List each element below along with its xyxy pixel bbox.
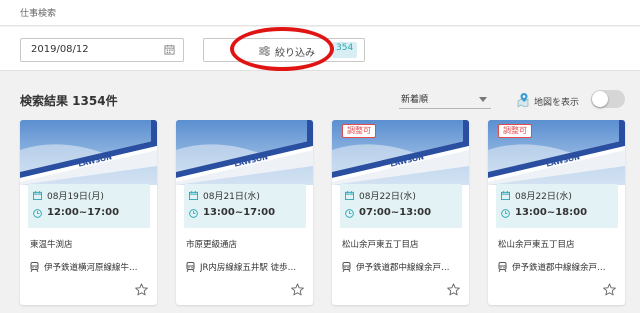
sort-select[interactable]: 新着順 bbox=[399, 89, 491, 109]
job-card[interactable]: LAWSON 08月21日(水) 13:00~17:00 市原更級通店 JR内房… bbox=[176, 120, 313, 305]
store-name: 松山余戸東五丁目店 bbox=[342, 240, 419, 250]
toggle-knob bbox=[592, 91, 608, 107]
clock-icon bbox=[189, 209, 198, 218]
station-access: JR内房線線五井駅 徒歩… bbox=[200, 263, 297, 273]
job-card[interactable]: LAWSON 調整可 08月22日(水) 13:00~18:00 松山余戸東五丁… bbox=[488, 120, 625, 305]
annotation-ellipse bbox=[230, 27, 334, 71]
count-badge: 354 bbox=[332, 42, 358, 58]
calendar-icon bbox=[189, 191, 198, 200]
work-date: 08月19日(月) bbox=[47, 192, 104, 202]
store-photo: LAWSON 調整可 bbox=[488, 120, 625, 185]
favorite-star-icon[interactable] bbox=[447, 283, 460, 296]
schedule-box: 08月21日(水) 13:00~17:00 bbox=[184, 184, 306, 228]
favorite-star-icon[interactable] bbox=[135, 283, 148, 296]
schedule-box: 08月22日(水) 13:00~18:00 bbox=[496, 184, 618, 228]
work-time: 12:00~17:00 bbox=[47, 207, 120, 218]
station-access: 伊予鉄道横河原線線牛… bbox=[44, 263, 138, 273]
work-date: 08月22日(水) bbox=[515, 192, 572, 202]
store-photo: LAWSON bbox=[20, 120, 157, 185]
map-toggle[interactable] bbox=[591, 90, 625, 108]
schedule-box: 08月19日(月) 12:00~17:00 bbox=[28, 184, 150, 228]
work-date: 08月22日(水) bbox=[359, 192, 416, 202]
sort-select-value: 新着順 bbox=[401, 95, 429, 105]
station-access: 伊予鉄道郡中線線余戸… bbox=[356, 263, 450, 273]
train-icon bbox=[30, 262, 39, 272]
station-access: 伊予鉄道郡中線線余戸… bbox=[512, 263, 606, 273]
adjustable-badge: 調整可 bbox=[342, 124, 376, 138]
work-date: 08月21日(水) bbox=[203, 192, 260, 202]
work-time: 07:00~13:00 bbox=[359, 207, 432, 218]
work-time: 13:00~17:00 bbox=[203, 207, 276, 218]
map-toggle-label: 地図を表示 bbox=[534, 98, 580, 108]
calendar-icon bbox=[501, 191, 510, 200]
store-name: 東温牛渕店 bbox=[30, 240, 73, 250]
schedule-box: 08月22日(水) 07:00~13:00 bbox=[340, 184, 462, 228]
train-icon bbox=[186, 262, 195, 272]
calendar-icon bbox=[345, 191, 354, 200]
date-input-value: 2019/08/12 bbox=[31, 44, 89, 55]
job-card[interactable]: LAWSON 08月19日(月) 12:00~17:00 東温牛渕店 伊予鉄道横… bbox=[20, 120, 157, 305]
breadcrumb-bar: 仕事検索 bbox=[0, 0, 640, 26]
store-name: 市原更級通店 bbox=[186, 240, 238, 250]
map-pin-icon bbox=[517, 93, 529, 107]
store-photo: LAWSON 調整可 bbox=[332, 120, 469, 185]
work-time: 13:00~18:00 bbox=[515, 207, 588, 218]
store-photo-art bbox=[176, 120, 313, 185]
store-photo-art bbox=[20, 120, 157, 185]
store-name: 松山余戸東五丁目店 bbox=[498, 240, 575, 250]
clock-icon bbox=[501, 209, 510, 218]
calendar-icon[interactable] bbox=[164, 44, 175, 55]
train-icon bbox=[342, 262, 351, 272]
results-title: 検索結果 1354件 bbox=[20, 94, 118, 108]
clock-icon bbox=[33, 209, 42, 218]
store-photo: LAWSON bbox=[176, 120, 313, 185]
breadcrumb: 仕事検索 bbox=[20, 9, 57, 19]
date-input[interactable]: 2019/08/12 bbox=[20, 38, 184, 62]
favorite-star-icon[interactable] bbox=[291, 283, 304, 296]
job-card[interactable]: LAWSON 調整可 08月22日(水) 07:00~13:00 松山余戸東五丁… bbox=[332, 120, 469, 305]
calendar-icon bbox=[33, 191, 42, 200]
clock-icon bbox=[345, 209, 354, 218]
favorite-star-icon[interactable] bbox=[603, 283, 616, 296]
chevron-down-icon bbox=[479, 97, 487, 102]
train-icon bbox=[498, 262, 507, 272]
adjustable-badge: 調整可 bbox=[498, 124, 532, 138]
